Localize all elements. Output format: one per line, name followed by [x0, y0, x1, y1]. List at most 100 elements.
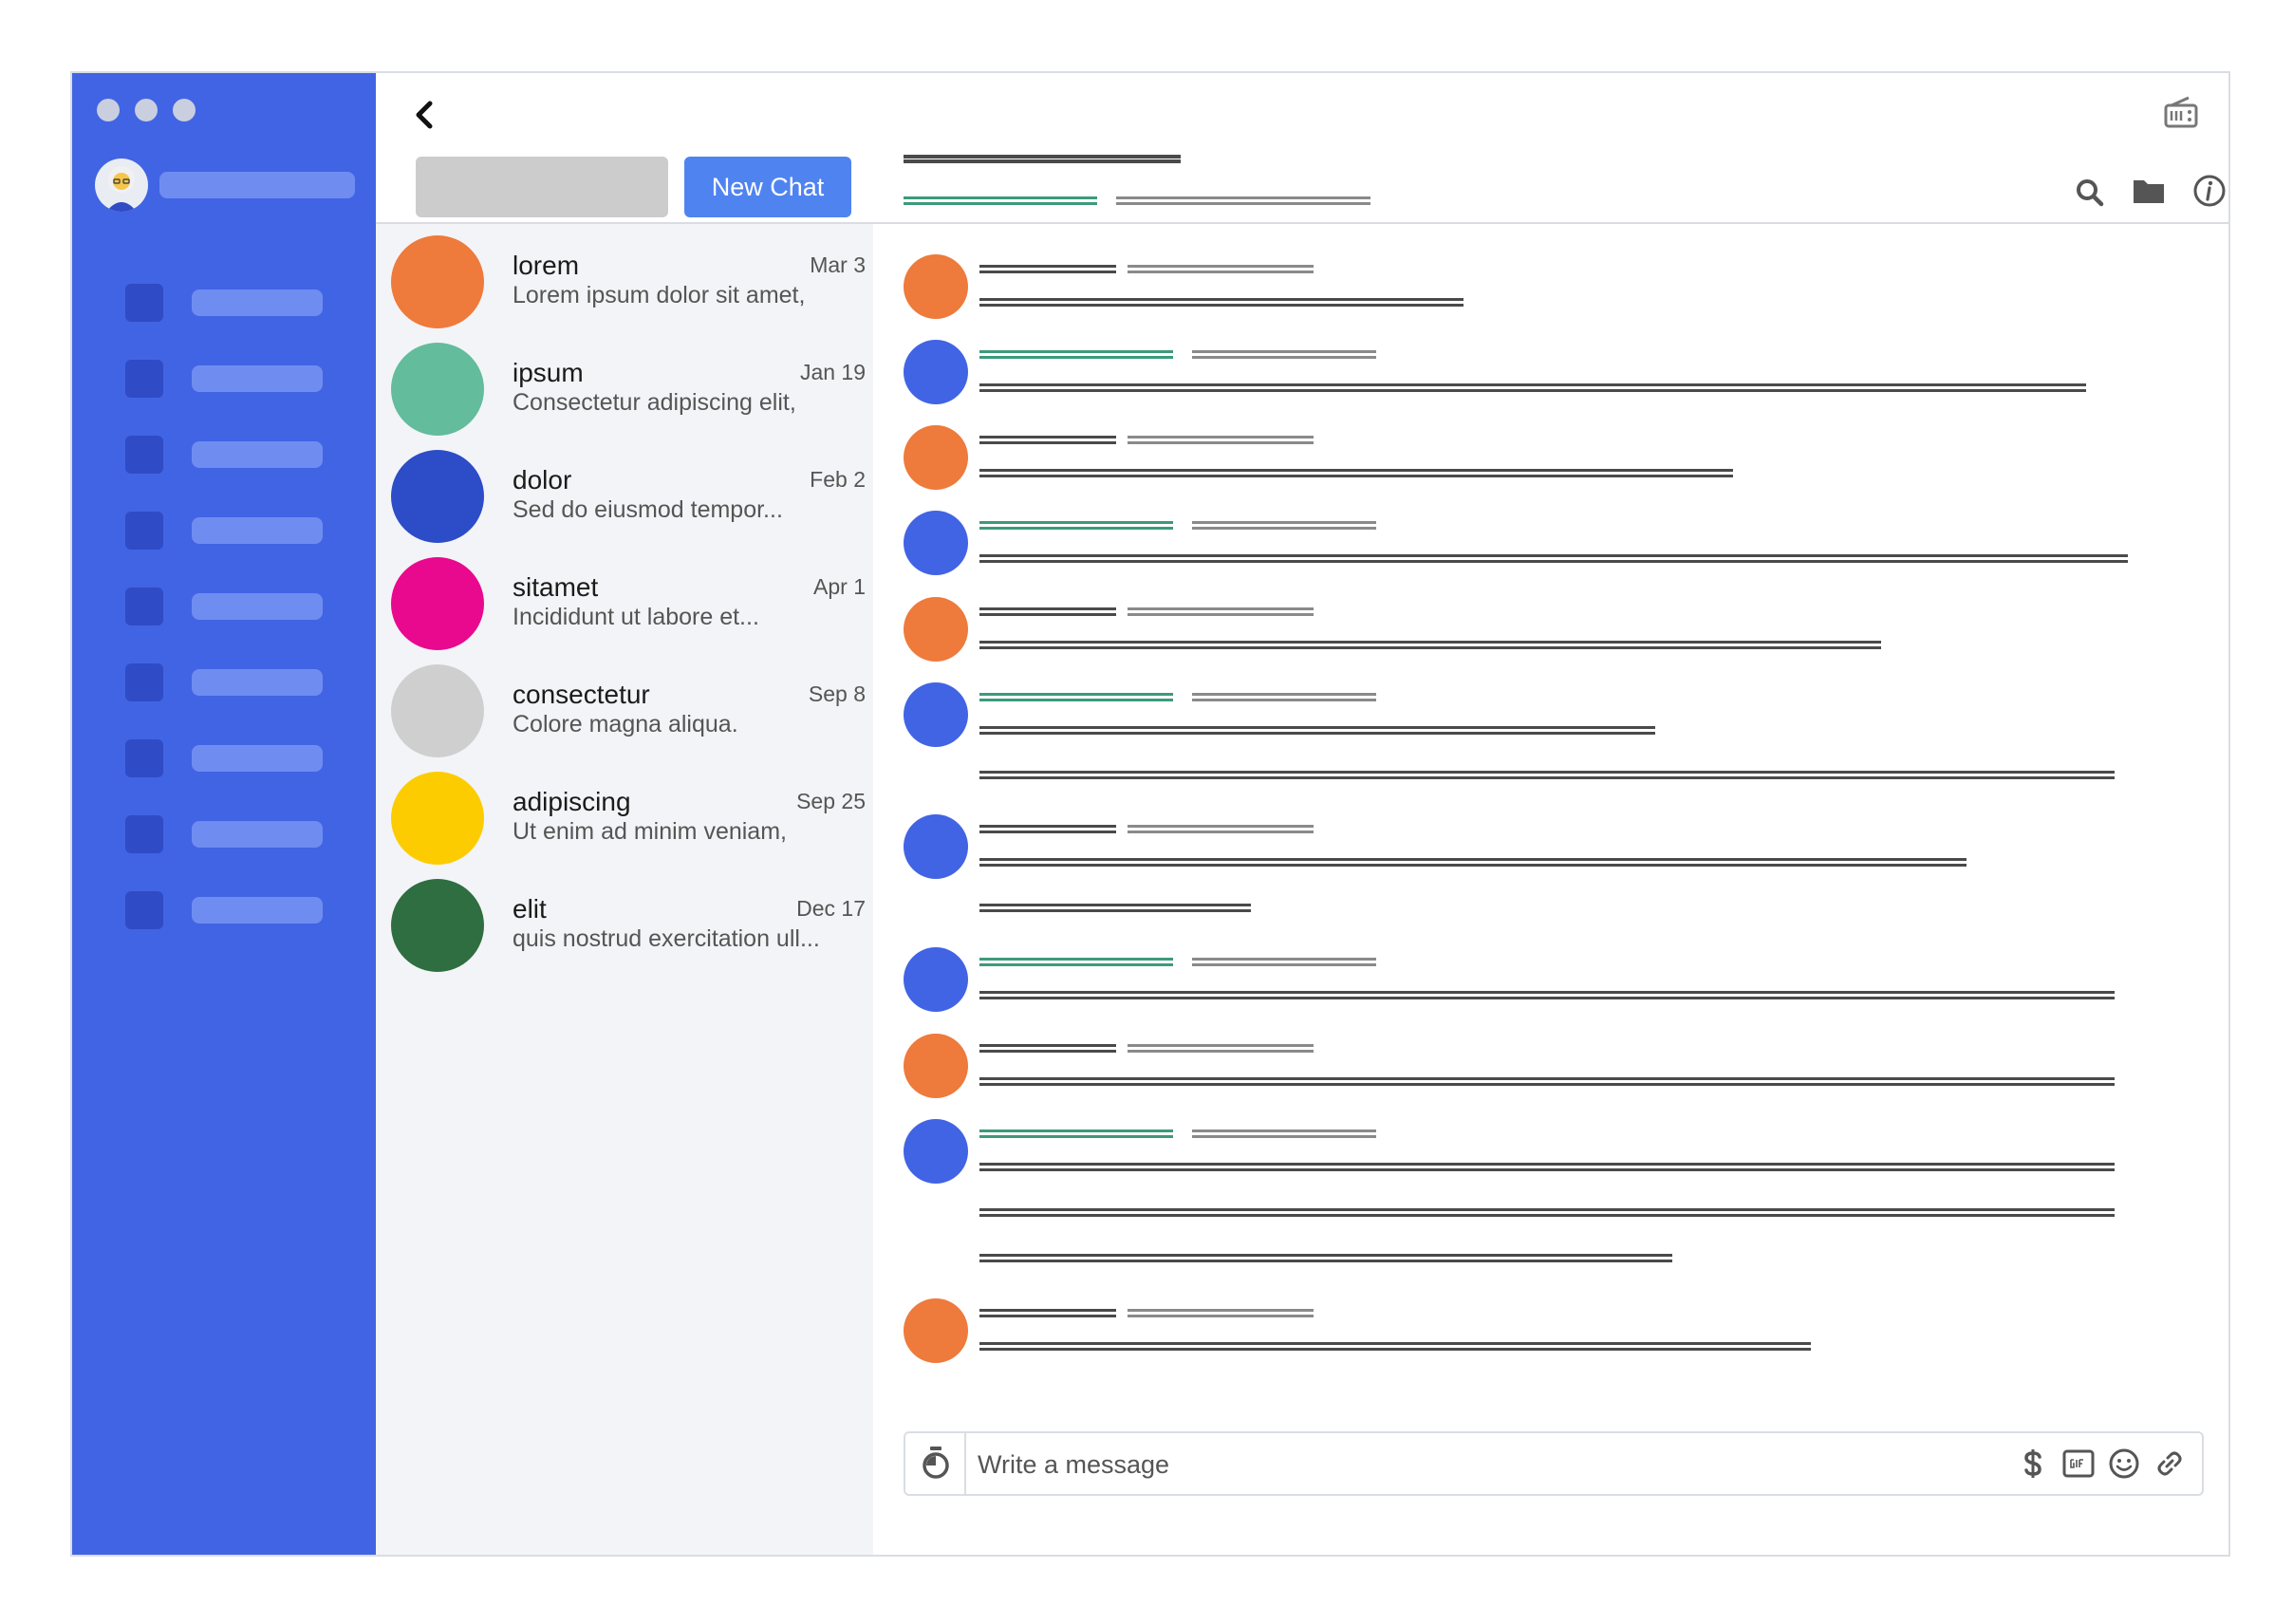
chat-list-item[interactable]: elit Dec 17 quis nostrud exercitation ul… [376, 873, 873, 980]
sidebar-item-5[interactable] [125, 588, 328, 625]
chat-list-item[interactable]: lorem Mar 3 Lorem ipsum dolor sit amet, [376, 230, 873, 336]
link-icon[interactable] [2153, 1447, 2187, 1481]
window-close-dot[interactable] [97, 99, 120, 121]
nav-item-icon [125, 663, 163, 701]
conversation-status-placeholder [904, 196, 1097, 205]
nav-item-icon [125, 891, 163, 929]
message-avatar [904, 947, 968, 1012]
smiley-icon[interactable] [2107, 1447, 2141, 1481]
sidebar-item-9[interactable] [125, 891, 328, 929]
nav-item-label-placeholder [192, 745, 323, 772]
message-author-placeholder [979, 958, 1173, 966]
conversation-title-placeholder [904, 155, 1181, 163]
contact-name: ipsum [513, 358, 584, 387]
chat-list-item[interactable]: dolor Feb 2 Sed do eiusmod tempor... [376, 444, 873, 551]
sidebar-item-3[interactable] [125, 436, 328, 474]
chat-date: Sep 25 [796, 789, 866, 813]
sidebar-item-1[interactable] [125, 284, 328, 322]
message-composer [904, 1431, 2204, 1496]
app-window: New Chat lorem Mar 3 Lorem ipsum dolor s… [70, 71, 2230, 1557]
message-author-placeholder [979, 825, 1116, 833]
user-name-placeholder [159, 172, 355, 198]
contact-name: adipiscing [513, 787, 631, 816]
chat-date: Feb 2 [810, 467, 866, 492]
message-avatar [904, 682, 968, 747]
message-time-placeholder [1128, 1309, 1314, 1317]
contact-name: consectetur [513, 680, 650, 709]
nav-item-icon [125, 360, 163, 398]
user-avatar-icon [106, 166, 137, 212]
message-text-placeholder [979, 298, 1463, 307]
sidebar-item-7[interactable] [125, 739, 328, 777]
message-avatar [904, 340, 968, 404]
nav-item-icon [125, 815, 163, 853]
chat-date: Apr 1 [813, 574, 866, 599]
message-text-placeholder [979, 858, 1967, 867]
message-time-placeholder [1128, 1044, 1314, 1053]
contact-avatar [391, 343, 484, 436]
message-avatar [904, 597, 968, 662]
sidebar-item-8[interactable] [125, 815, 328, 853]
message-time-placeholder [1192, 521, 1376, 530]
chat-preview: Ut enim ad minim veniam, [513, 818, 787, 845]
message-text-placeholder [979, 904, 1251, 912]
sidebar-item-2[interactable] [125, 360, 328, 398]
chat-list-item[interactable]: adipiscing Sep 25 Ut enim ad minim venia… [376, 766, 873, 872]
chat-preview: Sed do eiusmod tempor... [513, 496, 783, 523]
message-avatar [904, 1119, 968, 1184]
message-author-placeholder [979, 607, 1116, 616]
conversation-meta-placeholder [1116, 196, 1370, 205]
nav-item-label-placeholder [192, 897, 323, 924]
message-text-placeholder [979, 1254, 1672, 1262]
chat-list-item[interactable]: sitamet Apr 1 Incididunt ut labore et... [376, 551, 873, 658]
message-author-placeholder [979, 1129, 1173, 1138]
new-chat-button[interactable]: New Chat [684, 157, 851, 217]
chat-list-item[interactable]: ipsum Jan 19 Consectetur adipiscing elit… [376, 337, 873, 443]
message-time-placeholder [1128, 607, 1314, 616]
folder-icon[interactable] [2130, 172, 2168, 210]
chat-preview: quis nostrud exercitation ull... [513, 925, 820, 952]
message-input[interactable] [976, 1443, 1929, 1486]
chat-date: Jan 19 [799, 360, 866, 384]
chat-preview: Incididunt ut labore et... [513, 604, 759, 630]
info-icon[interactable] [2190, 172, 2228, 210]
message-time-placeholder [1192, 693, 1376, 701]
contact-name: dolor [513, 465, 572, 495]
timer-icon [923, 1447, 949, 1479]
chat-date: Dec 17 [796, 896, 866, 921]
search-icon[interactable] [2071, 174, 2109, 212]
message-avatar [904, 1298, 968, 1363]
sidebar-item-4[interactable] [125, 512, 328, 550]
message-author-placeholder [979, 350, 1173, 359]
nav-item-label-placeholder [192, 517, 323, 544]
sidebar-item-6[interactable] [125, 663, 328, 701]
message-author-placeholder [979, 436, 1116, 444]
gif-icon[interactable] [2061, 1447, 2096, 1481]
dollar-icon[interactable] [2016, 1447, 2050, 1481]
chat-date: Mar 3 [810, 252, 866, 277]
message-text-placeholder [979, 991, 2115, 999]
message-text-placeholder [979, 1163, 2115, 1171]
nav-item-label-placeholder [192, 365, 323, 392]
message-text-placeholder [979, 771, 2115, 779]
chevron-left-icon[interactable] [406, 96, 444, 134]
window-minimize-dot[interactable] [135, 99, 158, 121]
radio-icon[interactable] [2160, 92, 2202, 134]
message-text-placeholder [979, 641, 1881, 649]
message-avatar [904, 425, 968, 490]
nav-item-label-placeholder [192, 593, 323, 620]
window-zoom-dot[interactable] [173, 99, 196, 121]
timer-button[interactable] [905, 1433, 966, 1494]
nav-item-icon [125, 284, 163, 322]
chat-search-box[interactable] [416, 157, 668, 217]
message-author-placeholder [979, 1044, 1116, 1053]
chat-list-item[interactable]: consectetur Sep 8 Colore magna aliqua. [376, 659, 873, 765]
chat-date: Sep 8 [808, 681, 866, 706]
message-avatar [904, 511, 968, 575]
sidebar [72, 73, 376, 1555]
nav-item-label-placeholder [192, 441, 323, 468]
chat-preview: Colore magna aliqua. [513, 711, 738, 737]
message-time-placeholder [1128, 436, 1314, 444]
message-avatar [904, 254, 968, 319]
user-avatar[interactable] [95, 159, 148, 212]
